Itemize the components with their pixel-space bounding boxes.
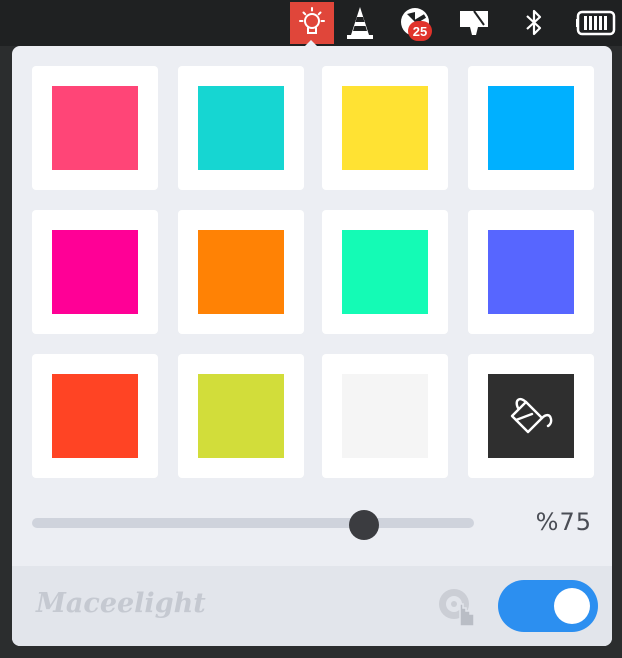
custom-color-swatch — [488, 374, 574, 458]
color-tile[interactable] — [322, 66, 448, 190]
color-swatch — [52, 374, 138, 458]
brightness-value: %75 — [535, 508, 592, 536]
color-swatch — [488, 230, 574, 314]
color-swatch — [342, 86, 428, 170]
lightbulb-icon[interactable] — [290, 2, 334, 44]
bluetooth-icon[interactable] — [512, 2, 556, 44]
color-tile[interactable] — [178, 354, 304, 478]
color-swatch — [342, 374, 428, 458]
power-toggle[interactable] — [498, 580, 598, 632]
color-swatch — [198, 86, 284, 170]
color-tile[interactable] — [32, 354, 158, 478]
color-swatch — [342, 230, 428, 314]
notification-badge: 25 — [408, 21, 432, 41]
color-swatch — [488, 86, 574, 170]
toggle-knob — [554, 588, 590, 624]
color-swatch — [198, 230, 284, 314]
popover-footer: Maceelight — [12, 566, 612, 646]
brightness-slider-track[interactable] — [32, 518, 474, 528]
color-tile[interactable] — [468, 210, 594, 334]
color-tile[interactable] — [468, 66, 594, 190]
color-swatch — [52, 230, 138, 314]
brand-logo: Maceelight — [36, 588, 206, 619]
light-control-popover: %75 Maceelight — [12, 46, 612, 646]
color-tile[interactable] — [322, 354, 448, 478]
projector-icon[interactable] — [452, 2, 496, 44]
brightness-slider-thumb[interactable] — [348, 510, 379, 540]
color-swatch — [52, 86, 138, 170]
color-tile[interactable] — [178, 210, 304, 334]
battery-icon[interactable] — [574, 2, 618, 44]
color-tile[interactable] — [468, 354, 594, 478]
color-swatch — [198, 374, 284, 458]
color-tile[interactable] — [32, 66, 158, 190]
touch-disc-icon[interactable] — [436, 586, 480, 630]
paint-bucket-icon — [510, 397, 553, 434]
color-tile[interactable] — [32, 210, 158, 334]
color-tile[interactable] — [178, 66, 304, 190]
color-tile[interactable] — [322, 210, 448, 334]
vlc-cone-icon[interactable] — [338, 2, 382, 44]
